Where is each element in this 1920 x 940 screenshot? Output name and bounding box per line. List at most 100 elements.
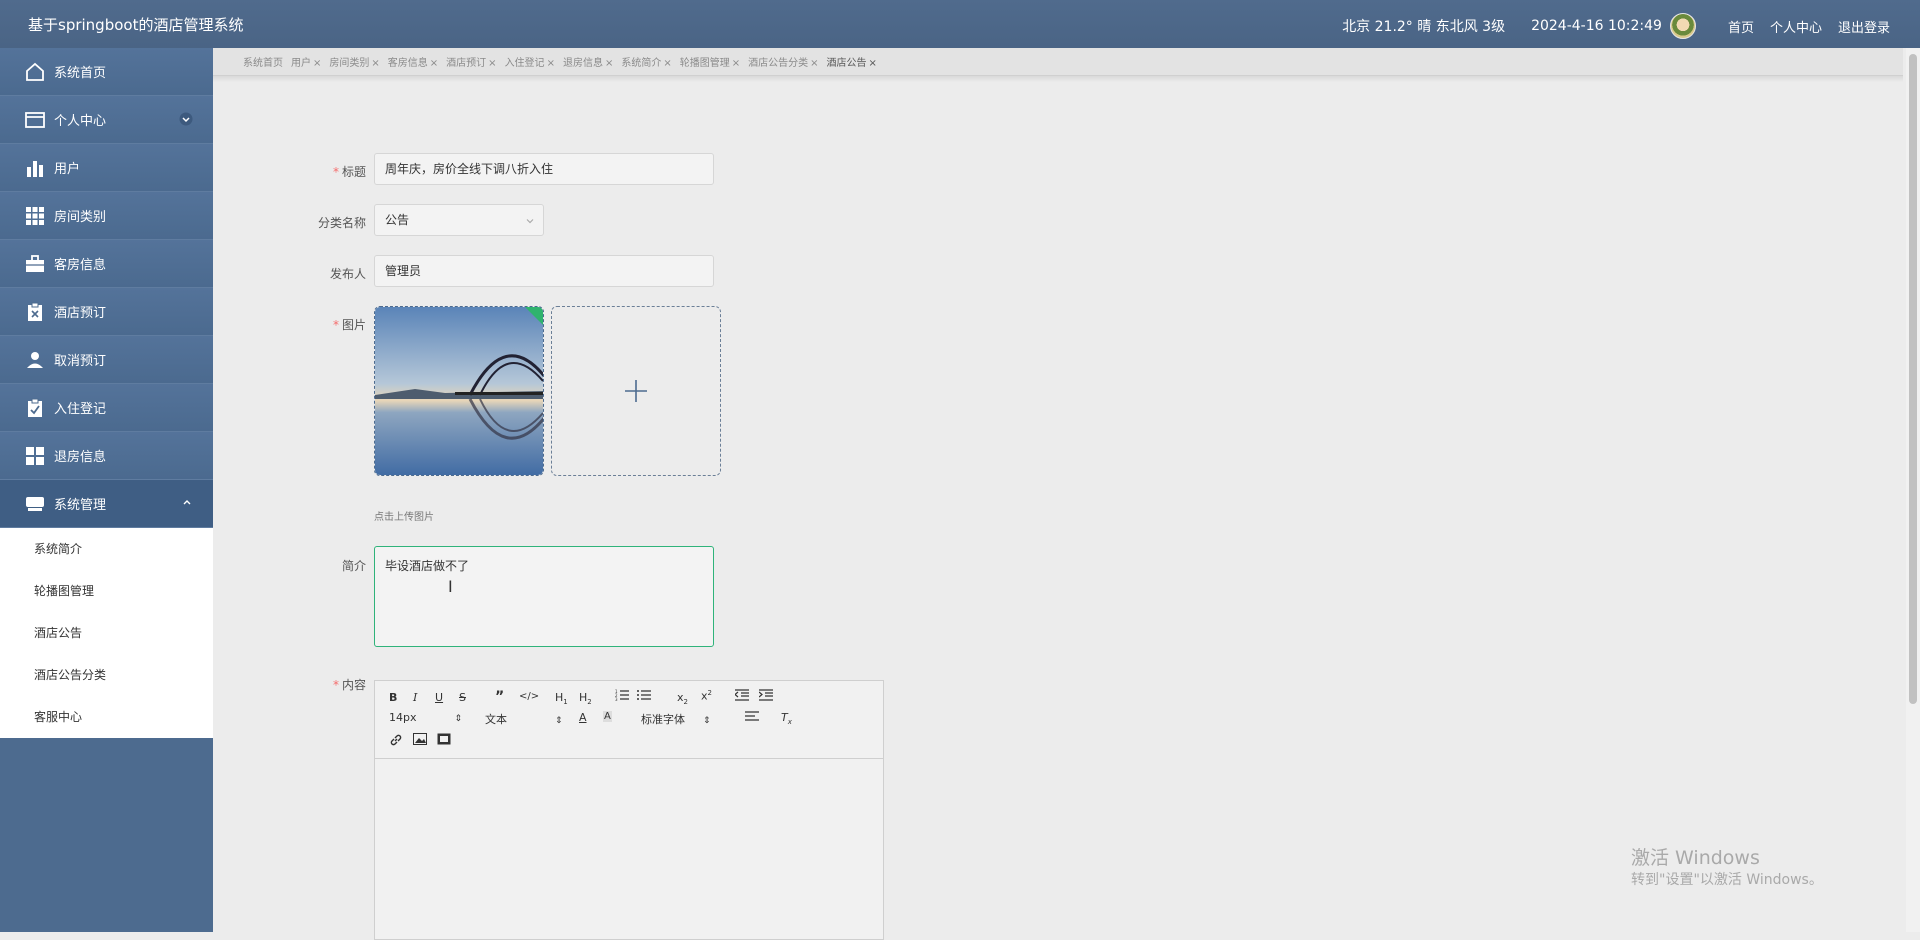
sidebar-item-home[interactable]: 系统首页 (0, 48, 213, 96)
submenu-item-notice-category[interactable]: 酒店公告分类 (0, 654, 213, 696)
superscript-icon[interactable]: x2 (701, 689, 712, 703)
sidebar-item-checkin[interactable]: 入住登记 (0, 384, 213, 432)
sidebar-item-label: 退房信息 (54, 450, 107, 465)
submenu-item-customer-service[interactable]: 客服中心 (0, 696, 213, 738)
sidebar-item-room-info[interactable]: 客房信息 (0, 240, 213, 288)
grid-icon (24, 205, 46, 227)
strikethrough-icon[interactable]: S (459, 691, 466, 704)
sidebar-item-cancel-booking[interactable]: 取消预订 (0, 336, 213, 384)
bullet-list-icon[interactable] (637, 689, 651, 704)
close-icon[interactable]: × (313, 58, 321, 69)
video-icon[interactable] (437, 733, 451, 748)
header-right: 北京 21.2° 晴 东北风 3级 2024-4-16 10:2:49 首页 个… (1342, 13, 1890, 39)
submenu-item-system-intro[interactable]: 系统简介 (0, 528, 213, 570)
windows-activation-title: 激活 Windows (1631, 847, 1760, 869)
app-title: 基于springboot的酒店管理系统 (28, 16, 244, 34)
close-icon[interactable]: × (663, 58, 671, 69)
image-label: * 图片 (332, 318, 366, 332)
sidebar-item-checkout[interactable]: 退房信息 (0, 432, 213, 480)
current-datetime: 2024-4-16 10:2:49 (1531, 18, 1662, 34)
bar-chart-icon (24, 157, 46, 179)
close-icon[interactable]: × (488, 58, 496, 69)
page-scrollbar[interactable] (1906, 48, 1920, 932)
outdent-icon[interactable] (734, 689, 749, 704)
profile-link[interactable]: 个人中心 (1770, 17, 1822, 36)
close-icon[interactable]: × (547, 58, 555, 69)
close-icon[interactable]: × (371, 58, 379, 69)
close-icon[interactable]: × (732, 58, 740, 69)
underline-icon[interactable]: U (435, 691, 443, 704)
tab-hotel-notice[interactable]: 酒店公告 × (827, 54, 877, 69)
title-input[interactable]: 周年庆，房价全线下调八折入住 (374, 153, 714, 185)
subscript-icon[interactable]: x2 (677, 691, 688, 706)
blockquote-icon[interactable]: ” (495, 689, 504, 705)
indent-icon[interactable] (758, 689, 773, 704)
close-icon[interactable]: × (430, 58, 438, 69)
tab-home[interactable]: 系统首页 (243, 54, 283, 69)
close-icon[interactable]: × (869, 58, 877, 69)
windows-activation-hint: 转到"设置"以激活 Windows。 (1631, 872, 1823, 888)
tab-system-intro[interactable]: 系统简介 × (621, 54, 671, 69)
sidebar-item-room-category[interactable]: 房间类别 (0, 192, 213, 240)
tab-room-info[interactable]: 客房信息 × (388, 54, 438, 69)
weather-info: 北京 21.2° 晴 东北风 3级 (1342, 19, 1506, 35)
close-icon[interactable]: × (605, 58, 613, 69)
logout-link[interactable]: 退出登录 (1838, 17, 1890, 36)
uploaded-image[interactable] (374, 306, 544, 476)
font-family-select[interactable]: 标准字体 ⇕ (641, 711, 711, 727)
chevron-up-icon (181, 496, 193, 512)
sidebar-item-users[interactable]: 用户 (0, 144, 213, 192)
sidebar-item-label: 房间类别 (54, 210, 107, 225)
sidebar-item-label: 用户 (54, 162, 81, 177)
heading2-icon[interactable]: H2 (579, 691, 592, 706)
italic-icon[interactable]: I (413, 691, 417, 704)
submenu-item-carousel[interactable]: 轮播图管理 (0, 570, 213, 612)
rich-text-editor[interactable]: B I U S ” </> H1 H2 123 x2 x2 14px ⇕ 文本 ⇕ … (374, 680, 884, 940)
sidebar-item-label: 取消预订 (54, 354, 107, 369)
clipboard-x-icon (24, 301, 46, 323)
sidebar-item-system[interactable]: 系统管理 (0, 480, 213, 528)
scrollbar-thumb[interactable] (1909, 54, 1917, 704)
category-select-value: 公告 (385, 213, 410, 227)
font-color-icon[interactable]: A (579, 711, 587, 724)
user-icon (24, 349, 46, 371)
tab-checkout[interactable]: 退房信息 × (563, 54, 613, 69)
code-icon[interactable]: </> (519, 691, 539, 702)
category-select[interactable]: 公告 (374, 204, 544, 236)
tab-carousel[interactable]: 轮播图管理 × (680, 54, 740, 69)
tab-room-category[interactable]: 房间类别 × (329, 54, 379, 69)
clear-format-icon[interactable]: Tx (781, 711, 792, 726)
chevron-down-icon (179, 112, 193, 130)
content-label: * 内容 (332, 678, 366, 692)
category-label: 分类名称 (317, 216, 366, 230)
block-format-select[interactable]: 文本 ⇕ (485, 711, 563, 727)
tab-checkin[interactable]: 入住登记 × (505, 54, 555, 69)
intro-textarea[interactable]: 毕设酒店做不了 (374, 546, 714, 647)
bold-icon[interactable]: B (389, 691, 397, 704)
image-icon[interactable] (413, 733, 427, 748)
tab-users[interactable]: 用户 × (291, 54, 321, 69)
upload-add-button[interactable] (551, 306, 721, 476)
sidebar: 系统首页 个人中心 用户 房间类别 客房信息 酒店预订 取消预订 入住登记 退房… (0, 48, 213, 932)
upload-hint: 点击上传图片 (374, 512, 434, 523)
background-color-icon[interactable]: A (603, 711, 612, 722)
sidebar-item-label: 客房信息 (54, 258, 107, 273)
align-icon[interactable] (745, 711, 759, 726)
top-header: 基于springboot的酒店管理系统 北京 21.2° 晴 东北风 3级 20… (0, 0, 1920, 48)
publisher-input[interactable]: 管理员 (374, 255, 714, 287)
close-icon[interactable]: × (810, 58, 818, 69)
link-icon[interactable] (389, 733, 403, 750)
intro-label: 简介 (341, 559, 366, 573)
drive-icon (24, 493, 46, 515)
home-link[interactable]: 首页 (1728, 17, 1754, 36)
font-size-select[interactable]: 14px ⇕ (389, 711, 462, 724)
sidebar-item-hotel-booking[interactable]: 酒店预订 (0, 288, 213, 336)
tab-notice-category[interactable]: 酒店公告分类 × (748, 54, 818, 69)
submenu-item-hotel-notice[interactable]: 酒店公告 (0, 612, 213, 654)
sidebar-item-label: 入住登记 (54, 402, 107, 417)
sidebar-item-profile[interactable]: 个人中心 (0, 96, 213, 144)
heading1-icon[interactable]: H1 (555, 691, 568, 706)
ordered-list-icon[interactable]: 123 (615, 689, 629, 704)
avatar[interactable] (1669, 13, 1696, 39)
tab-hotel-booking[interactable]: 酒店预订 × (446, 54, 496, 69)
